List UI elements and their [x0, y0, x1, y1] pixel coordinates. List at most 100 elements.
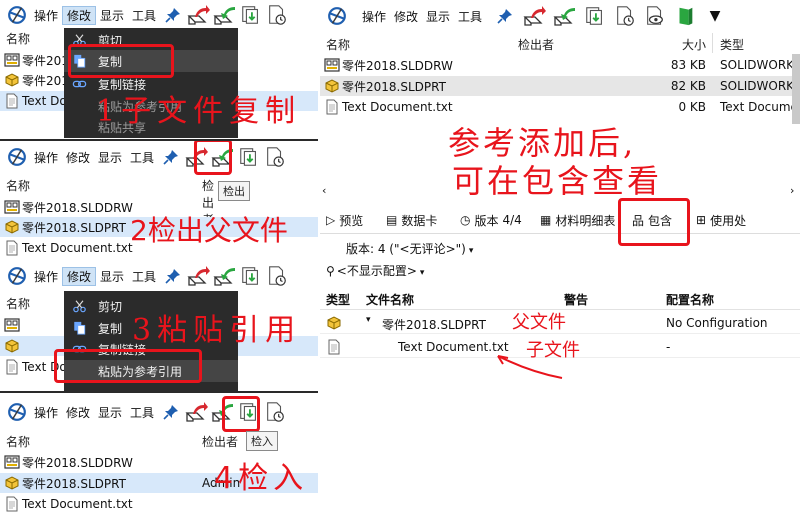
- history-icon[interactable]: [264, 264, 290, 288]
- file-row-text[interactable]: Text Document.txt 0 KB Text Docume...: [320, 97, 800, 117]
- column-header-size[interactable]: 大小: [682, 36, 706, 53]
- bom-table-icon: ▦: [540, 213, 552, 227]
- column-header-name[interactable]: 名称: [6, 30, 30, 47]
- chevron-down-icon: ▾: [468, 246, 474, 256]
- check-out-icon[interactable]: [186, 264, 212, 288]
- scroll-left-arrow-icon[interactable]: ‹: [322, 184, 326, 197]
- menu-display[interactable]: 显示: [94, 404, 126, 421]
- menu-operations[interactable]: 操作: [30, 149, 62, 166]
- menu-modify[interactable]: 修改: [62, 149, 94, 166]
- history-icon[interactable]: [262, 145, 288, 169]
- column-header-name[interactable]: 名称: [326, 36, 350, 53]
- pin-icon[interactable]: [160, 3, 186, 27]
- annotation-step4: 4检入: [214, 461, 309, 496]
- expand-toggle-icon[interactable]: ▾: [366, 315, 371, 325]
- column-header-checked-out-by[interactable]: 检出者: [518, 36, 554, 53]
- version-icon: ◷: [460, 213, 471, 227]
- menu-operations[interactable]: 操作: [30, 268, 62, 285]
- menu-display[interactable]: 显示: [94, 149, 126, 166]
- file-name: 零件2018.SLDDRW: [22, 455, 133, 470]
- pin-icon[interactable]: [158, 400, 184, 424]
- check-in-icon[interactable]: [212, 264, 238, 288]
- history-icon[interactable]: [262, 400, 288, 424]
- panel-step1-copy: 操作 修改 显示 工具 名称 零件2018 零件2018 Text Docu 剪…: [0, 0, 318, 140]
- history-icon[interactable]: [264, 3, 290, 27]
- check-out-icon[interactable]: [522, 4, 548, 28]
- datacard-icon: ▤: [386, 213, 398, 227]
- annotation-parent-label: 父文件: [512, 312, 566, 333]
- column-header-name[interactable]: 名称: [6, 433, 30, 450]
- column-header-type[interactable]: 类型: [720, 36, 744, 53]
- drawing-file-icon: [4, 317, 20, 333]
- menu-tools[interactable]: 工具: [128, 7, 160, 24]
- menu-display[interactable]: 显示: [96, 268, 128, 285]
- column-header-filename[interactable]: 文件名称: [366, 291, 414, 308]
- menu-modify[interactable]: 修改: [390, 8, 422, 25]
- menu-modify[interactable]: 修改: [62, 5, 97, 25]
- toolbar: 操作 修改 显示 工具 ▼: [320, 1, 800, 31]
- column-header-name[interactable]: 名称: [6, 177, 30, 194]
- menu-operations[interactable]: 操作: [358, 8, 390, 25]
- check-out-icon[interactable]: [186, 3, 212, 27]
- column-separator[interactable]: [712, 33, 713, 53]
- get-version-icon[interactable]: [236, 145, 262, 169]
- vault-logo-icon[interactable]: [4, 264, 30, 288]
- menu-modify[interactable]: 修改: [62, 404, 94, 421]
- text-file-icon: [324, 99, 340, 115]
- menu-display[interactable]: 显示: [96, 7, 128, 24]
- file-row-drawing[interactable]: 零件2018.SLDDRW 83 KB SOLIDWORK...: [320, 55, 800, 75]
- scroll-right-arrow-icon[interactable]: ›: [790, 184, 794, 197]
- menu-tools[interactable]: 工具: [126, 149, 158, 166]
- tab-version[interactable]: ◷ 版本 4/4: [460, 208, 522, 232]
- get-version-icon[interactable]: [238, 264, 264, 288]
- annotation-step3: 3粘贴引用: [132, 313, 302, 348]
- menu-operations[interactable]: 操作: [30, 7, 62, 24]
- pin-icon[interactable]: [160, 264, 186, 288]
- file-type: SOLIDWORK...: [720, 79, 800, 93]
- vault-logo-icon[interactable]: [324, 4, 350, 28]
- config-dropdown[interactable]: ⚲ <不显示配置> ▾: [326, 262, 424, 279]
- file-name: 零件2018.SLDDRW: [342, 58, 453, 73]
- drawing-file-icon: [4, 454, 20, 470]
- history-icon[interactable]: [612, 4, 638, 28]
- tab-bom[interactable]: ▦ 材料明细表: [540, 208, 615, 232]
- column-header-name[interactable]: 名称: [6, 295, 30, 312]
- tab-where-used[interactable]: ⊞ 使用处: [696, 208, 746, 232]
- file-row-text[interactable]: Text Document.txt: [0, 494, 318, 514]
- panel-step2-checkout: 操作 修改 显示 工具 检出 名称 检出者 零件2018.SLDDRW 零件20…: [0, 141, 318, 261]
- dropdown-arrow-icon[interactable]: ▼: [702, 4, 728, 28]
- file-row-part-selected[interactable]: 零件2018.SLDPRT 82 KB SOLIDWORK...: [320, 76, 800, 96]
- menu-display[interactable]: 显示: [422, 8, 454, 25]
- pin-icon[interactable]: [492, 4, 518, 28]
- menu-tools[interactable]: 工具: [454, 8, 486, 25]
- check-in-icon[interactable]: [212, 3, 238, 27]
- tab-preview[interactable]: ▷ 预览: [326, 208, 363, 232]
- parent-config-value: No Configuration: [666, 316, 768, 330]
- file-type: SOLIDWORK...: [720, 58, 800, 72]
- tab-datacard[interactable]: ▤ 数据卡: [386, 208, 437, 232]
- column-header-warning[interactable]: 警告: [564, 291, 588, 308]
- vault-logo-icon[interactable]: [4, 400, 30, 424]
- get-version-icon[interactable]: [582, 4, 608, 28]
- horizontal-scrollbar[interactable]: ‹ ›: [320, 184, 800, 198]
- check-in-icon[interactable]: [552, 4, 578, 28]
- vault-logo-icon[interactable]: [4, 145, 30, 169]
- menu-operations[interactable]: 操作: [30, 404, 62, 421]
- preview-eye-icon[interactable]: [642, 4, 668, 28]
- column-header-config[interactable]: 配置名称: [666, 291, 714, 308]
- column-header-checked-out-by[interactable]: 检出者: [202, 433, 238, 450]
- highlight-check-in-button: [222, 396, 260, 432]
- check-out-icon[interactable]: [184, 400, 210, 424]
- vertical-scrollbar[interactable]: [792, 54, 800, 124]
- vault-logo-icon[interactable]: [4, 3, 30, 27]
- menu-tools[interactable]: 工具: [128, 268, 160, 285]
- panel-explorer-right: 操作 修改 显示 工具 ▼ 名称 检出者 大小 类型 零件2018.SLDDRW…: [320, 0, 800, 520]
- get-version-icon[interactable]: [238, 3, 264, 27]
- highlight-contains-tab: [618, 198, 690, 246]
- pin-icon[interactable]: [158, 145, 184, 169]
- version-dropdown[interactable]: 版本: 4 ("<无评论>") ▾: [346, 240, 473, 257]
- column-header-type[interactable]: 类型: [326, 291, 350, 308]
- menu-tools[interactable]: 工具: [126, 404, 158, 421]
- menu-modify[interactable]: 修改: [62, 266, 97, 286]
- book-icon[interactable]: [672, 4, 698, 28]
